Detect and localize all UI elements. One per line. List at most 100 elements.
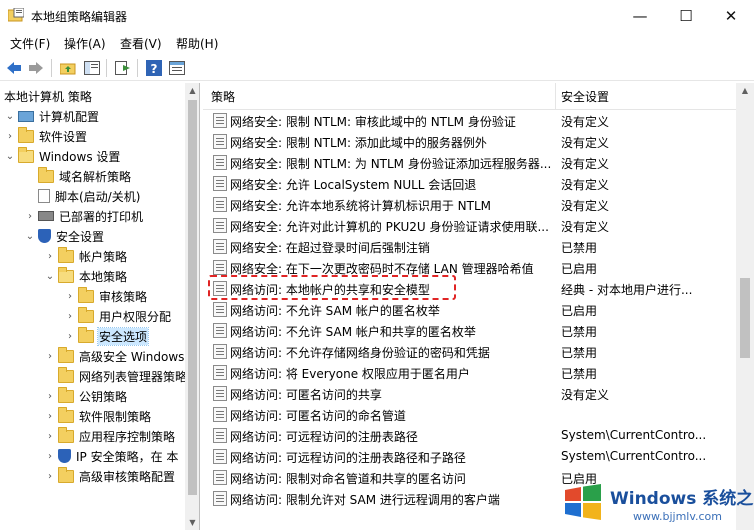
- policy-row[interactable]: 网络访问: 不允许存储网络身份验证的密码和凭据 已禁用: [203, 341, 736, 362]
- ipsec-icon: [58, 449, 71, 463]
- chevron-right-icon[interactable]: ›: [64, 311, 76, 322]
- chevron-right-icon[interactable]: ›: [44, 411, 56, 422]
- tree-item-network-list-manager[interactable]: 网络列表管理器策略: [44, 366, 188, 386]
- watermark-title: Windows 系统之家: [610, 489, 754, 509]
- tree-item-software-settings[interactable]: › 软件设置: [4, 126, 88, 146]
- tree-item-windows-firewall[interactable]: › 高级安全 Windows: [44, 346, 185, 366]
- policy-icon: [213, 134, 227, 149]
- folder-icon: [78, 286, 94, 303]
- back-icon[interactable]: [5, 59, 23, 77]
- policy-icon: [213, 386, 227, 401]
- tree-item-advanced-audit[interactable]: › 高级审核策略配置: [44, 466, 176, 486]
- tree-item-software-restriction[interactable]: › 软件限制策略: [44, 406, 152, 426]
- policy-row[interactable]: 网络访问: 不允许 SAM 帐户的匿名枚举 已启用: [203, 299, 736, 320]
- tree-item-scripts[interactable]: 脚本(启动/关机): [24, 186, 141, 206]
- tree-item-ip-security-policies[interactable]: › IP 安全策略，在 本: [44, 446, 179, 466]
- maximize-icon: ☐: [679, 6, 693, 25]
- help-icon[interactable]: ?: [145, 59, 163, 77]
- close-button[interactable]: ✕: [708, 0, 754, 31]
- column-header-policy[interactable]: 策略: [203, 83, 555, 110]
- policy-row[interactable]: 网络安全: 限制 NTLM: 为 NTLM 身份验证添加远程服务器... 没有定义: [203, 152, 736, 173]
- policy-row[interactable]: 网络安全: 限制 NTLM: 添加此域中的服务器例外 没有定义: [203, 131, 736, 152]
- policy-row[interactable]: 网络安全: 在超过登录时间后强制注销 已禁用: [203, 236, 736, 257]
- chevron-down-icon[interactable]: ⌄: [24, 231, 36, 242]
- toolbar-separator: [137, 59, 138, 77]
- policy-list-pane: 策略 安全设置 网络安全: 限制 NTLM: 审核此域中的 NTLM 身份验证没…: [203, 83, 754, 530]
- policy-icon: [213, 155, 227, 170]
- tree-item-audit-policy[interactable]: › 审核策略: [64, 286, 148, 306]
- export-icon[interactable]: [114, 59, 132, 77]
- menu-file[interactable]: 文件(F): [10, 35, 50, 52]
- folder-icon: [58, 406, 74, 423]
- chevron-right-icon[interactable]: ›: [4, 131, 16, 142]
- policy-row[interactable]: 网络安全: 限制 NTLM: 审核此域中的 NTLM 身份验证 没有定义: [203, 110, 736, 131]
- scroll-down-arrow-icon[interactable]: ▼: [185, 515, 199, 530]
- policy-row[interactable]: 网络安全: 允许本地系统将计算机标识用于 NTLM 没有定义: [203, 194, 736, 215]
- folder-icon: [58, 466, 74, 483]
- policy-icon: [213, 218, 227, 233]
- policy-icon: [213, 449, 227, 464]
- tree-item-local-policies[interactable]: ⌄ 本地策略: [44, 266, 128, 286]
- scrollbar-thumb[interactable]: [740, 278, 750, 358]
- policy-row[interactable]: 网络访问: 可匿名访问的命名管道: [203, 404, 736, 425]
- tree-item-app-control-policies[interactable]: › 应用程序控制策略: [44, 426, 176, 446]
- policy-row[interactable]: 网络访问: 可远程访问的注册表路径和子路径 System\CurrentContr…: [203, 446, 736, 467]
- tree-item-user-rights-assignment[interactable]: › 用户权限分配: [64, 306, 172, 326]
- folder-open-icon: [18, 146, 34, 163]
- policy-row[interactable]: 网络访问: 不允许 SAM 帐户和共享的匿名枚举 已禁用: [203, 320, 736, 341]
- tree-item-security-options[interactable]: › 安全选项: [64, 326, 150, 346]
- policy-icon: [213, 407, 227, 422]
- chevron-down-icon[interactable]: ⌄: [44, 271, 56, 282]
- tree-item-windows-settings[interactable]: ⌄ Windows 设置: [4, 146, 121, 166]
- minimize-button[interactable]: —: [617, 0, 663, 31]
- tree-item-account-policies[interactable]: › 帐户策略: [44, 246, 128, 266]
- minimize-icon: —: [632, 6, 648, 25]
- chevron-right-icon[interactable]: ›: [44, 351, 56, 362]
- scroll-up-arrow-icon[interactable]: ▲: [185, 83, 199, 98]
- toolbar: ?: [0, 54, 754, 81]
- tree-item-public-key-policies[interactable]: › 公钥策略: [44, 386, 128, 406]
- tree-vertical-scrollbar[interactable]: ▲ ▼: [185, 83, 199, 530]
- policy-row[interactable]: 网络访问: 可匿名访问的共享 没有定义: [203, 383, 736, 404]
- menu-view[interactable]: 查看(V): [120, 35, 162, 52]
- chevron-right-icon[interactable]: ›: [44, 391, 56, 402]
- chevron-right-icon[interactable]: ›: [44, 471, 56, 482]
- folder-up-icon[interactable]: [59, 59, 77, 77]
- policy-row[interactable]: 网络安全: 允许 LocalSystem NULL 会话回退 没有定义: [203, 173, 736, 194]
- console-tree-icon[interactable]: [83, 59, 101, 77]
- tree-item-deployed-printers[interactable]: › 已部署的打印机: [24, 206, 144, 226]
- policy-icon: [213, 176, 227, 191]
- tree-item-name-resolution-policy[interactable]: 域名解析策略: [24, 166, 132, 186]
- chevron-right-icon[interactable]: ›: [64, 331, 76, 342]
- tree-root-local-computer-policy[interactable]: 本地计算机 策略: [4, 88, 92, 105]
- scroll-up-arrow-icon[interactable]: ▲: [736, 83, 754, 98]
- policy-row[interactable]: 网络访问: 可远程访问的注册表路径 System\CurrentContro...: [203, 425, 736, 446]
- folder-open-icon: [58, 266, 74, 283]
- menu-action[interactable]: 操作(A): [64, 35, 106, 52]
- chevron-right-icon[interactable]: ›: [44, 451, 56, 462]
- menu-help[interactable]: 帮助(H): [176, 35, 218, 52]
- policy-icon: [213, 470, 227, 485]
- chevron-down-icon[interactable]: ⌄: [4, 111, 16, 122]
- policy-icon: [213, 428, 227, 443]
- chevron-right-icon[interactable]: ›: [44, 251, 56, 262]
- folder-icon: [78, 326, 94, 343]
- tree-item-computer-config[interactable]: ⌄ 计算机配置: [4, 106, 100, 126]
- forward-icon[interactable]: [27, 59, 45, 77]
- policy-row[interactable]: 网络访问: 将 Everyone 权限应用于匿名用户 已禁用: [203, 362, 736, 383]
- chevron-right-icon[interactable]: ›: [44, 431, 56, 442]
- policy-icon: [213, 113, 227, 128]
- tree-item-security-settings[interactable]: ⌄ 安全设置: [24, 226, 105, 246]
- printer-icon: [38, 211, 54, 221]
- maximize-button[interactable]: ☐: [663, 0, 709, 31]
- chevron-right-icon[interactable]: ›: [24, 211, 36, 222]
- chevron-down-icon[interactable]: ⌄: [4, 151, 16, 162]
- column-header-security-setting[interactable]: 安全设置: [556, 83, 736, 110]
- properties-icon[interactable]: [168, 59, 186, 77]
- policy-row[interactable]: 网络安全: 允许对此计算机的 PKU2U 身份验证请求使用联... 没有定义: [203, 215, 736, 236]
- console-tree-pane: 本地计算机 策略 ⌄ 计算机配置 › 软件设置 ⌄ Windows 设置 域名解…: [0, 83, 200, 530]
- policy-icon: [213, 491, 227, 506]
- chevron-right-icon[interactable]: ›: [64, 291, 76, 302]
- scrollbar-thumb[interactable]: [188, 100, 197, 495]
- policy-list-vertical-scrollbar[interactable]: ▲: [736, 83, 754, 530]
